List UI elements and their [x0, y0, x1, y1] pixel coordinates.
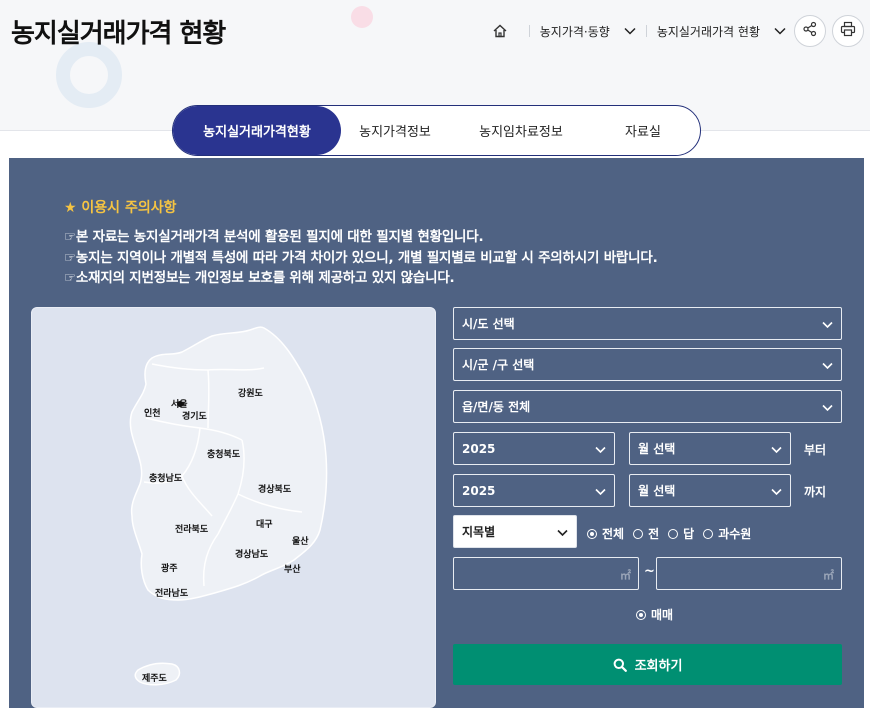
- sido-select[interactable]: 시/도 선택: [453, 307, 842, 340]
- from-year-select[interactable]: 2025: [453, 432, 615, 465]
- select-value: 2025: [462, 441, 496, 456]
- radio-all[interactable]: 전체: [587, 525, 624, 542]
- region-label-jeonbuk[interactable]: 전라북도: [175, 522, 208, 535]
- eupmyeondong-select[interactable]: 읍/면/동 전체: [453, 390, 842, 423]
- chevron-down-icon: [822, 318, 833, 332]
- tab-bar: 농지실거래가격현황 농지가격정보 농지임차료정보 자료실: [172, 105, 701, 156]
- radio-field[interactable]: 전: [633, 525, 659, 542]
- radio-label: 전체: [602, 527, 625, 541]
- radio-button: [636, 609, 646, 620]
- radio-paddy[interactable]: 답: [668, 525, 694, 542]
- search-panel: ★ 이용시 주의사항 ☞본 자료는 농지실거래가격 분석에 활용된 필지에 대한…: [9, 158, 864, 708]
- region-label-chungnam[interactable]: 충청남도: [149, 471, 182, 484]
- notice-line: ☞농지는 지역이나 개별적 특성에 따라 가격 차이가 있으니, 개별 필지별로…: [64, 249, 658, 266]
- region-label-gyeongbuk[interactable]: 경상북도: [258, 482, 291, 495]
- chevron-down-icon: [771, 485, 782, 499]
- decoration-dot: [351, 6, 373, 28]
- chevron-down-icon: [822, 401, 833, 415]
- radio-button: [587, 528, 597, 539]
- breadcrumb-separator: [528, 25, 530, 37]
- region-label-gyeonggi[interactable]: 경기도: [182, 409, 207, 422]
- radio-orchard[interactable]: 과수원: [703, 525, 751, 542]
- page-title: 농지실거래가격 현황: [11, 19, 226, 49]
- usage-notice: ★ 이용시 주의사항 ☞본 자료는 농지실거래가격 분석에 활용된 필지에 대한…: [64, 197, 658, 289]
- breadcrumb: 농지가격·동향 농지실거래가격 현황: [491, 20, 786, 42]
- breadcrumb-label: 농지가격·동향: [539, 24, 610, 39]
- to-year-select[interactable]: 2025: [453, 474, 615, 507]
- search-button[interactable]: 조회하기: [453, 644, 842, 685]
- region-label-busan[interactable]: 부산: [284, 562, 301, 575]
- area-unit: ㎡: [823, 569, 834, 582]
- breadcrumb-item-price-trend[interactable]: 농지가격·동향: [540, 23, 636, 40]
- radio-label: 전: [648, 527, 660, 541]
- breadcrumb-separator: [645, 25, 647, 37]
- radio-label: 과수원: [718, 527, 752, 541]
- radio-button: [633, 528, 644, 539]
- land-type-select[interactable]: 지목별: [453, 515, 577, 548]
- notice-line: ☞소재지의 지번정보는 개인정보 보호를 위해 제공하고 있지 않습니다.: [64, 270, 455, 286]
- tab-rent-info[interactable]: 농지임차료정보: [449, 106, 593, 155]
- deal-type-radio-group: 매매: [636, 606, 682, 623]
- radio-label: 답: [683, 527, 695, 541]
- decoration-ring: [56, 42, 122, 108]
- chevron-down-icon: [624, 27, 636, 35]
- korea-region-map[interactable]: 서울 인천 경기도 강원도 충청북도 충청남도 경상북도 대구 전라북도 울산 …: [31, 307, 436, 708]
- select-value: 월 선택: [638, 442, 676, 456]
- chevron-down-icon: [771, 443, 782, 457]
- region-label-gwangju[interactable]: 광주: [161, 561, 178, 574]
- radio-sale[interactable]: 매매: [636, 606, 673, 623]
- mainland-shape: [129, 326, 328, 601]
- area-max-input[interactable]: ㎡: [656, 557, 842, 590]
- to-label: 까지: [804, 485, 827, 499]
- chevron-down-icon: [822, 359, 833, 373]
- share-button[interactable]: [794, 15, 826, 47]
- search-icon: [613, 658, 627, 672]
- korea-map-shape: [129, 326, 328, 686]
- select-value: 2025: [462, 483, 496, 498]
- region-label-daegu[interactable]: 대구: [256, 517, 273, 530]
- region-label-jeonnam[interactable]: 전라남도: [155, 586, 188, 599]
- breadcrumb-label: 농지실거래가격 현황: [656, 24, 760, 39]
- region-label-incheon[interactable]: 인천: [144, 406, 161, 419]
- chevron-down-icon: [774, 27, 786, 35]
- radio-button: [668, 528, 679, 539]
- region-label-gangwon[interactable]: 강원도: [238, 386, 263, 399]
- home-icon[interactable]: [491, 22, 509, 40]
- breadcrumb-item-current[interactable]: 농지실거래가격 현황: [657, 23, 786, 40]
- select-value: 지목별: [462, 525, 496, 539]
- tab-real-transaction-price[interactable]: 농지실거래가격현황: [173, 106, 341, 155]
- radio-label: 매매: [651, 608, 674, 622]
- region-label-chungbuk[interactable]: 충청북도: [207, 447, 240, 460]
- search-button-label: 조회하기: [634, 659, 683, 674]
- select-value: 시/도 선택: [462, 317, 515, 331]
- sigungu-select[interactable]: 시/군 /구 선택: [453, 348, 842, 381]
- area-unit: ㎡: [620, 569, 631, 582]
- notice-line: ☞본 자료는 농지실거래가격 분석에 활용된 필지에 대한 필지별 현황입니다.: [64, 229, 484, 245]
- land-type-radio-group: 전체 전 답 과수원: [587, 525, 760, 542]
- region-label-gyeongnam[interactable]: 경상남도: [235, 547, 268, 560]
- chevron-down-icon: [595, 485, 606, 499]
- tab-archive[interactable]: 자료실: [593, 106, 693, 155]
- chevron-down-icon: [557, 526, 568, 540]
- from-label: 부터: [804, 443, 827, 457]
- to-month-select[interactable]: 월 선택: [629, 474, 791, 507]
- select-value: 시/군 /구 선택: [462, 358, 535, 372]
- region-label-jeju[interactable]: 제주도: [142, 671, 167, 684]
- print-button[interactable]: [832, 15, 864, 47]
- area-min-input[interactable]: ㎡: [453, 557, 639, 590]
- select-value: 읍/면/동 전체: [462, 400, 531, 414]
- area-range-separator: ~: [644, 564, 655, 579]
- from-month-select[interactable]: 월 선택: [629, 432, 791, 465]
- radio-button: [703, 528, 714, 539]
- print-icon: [840, 21, 856, 41]
- region-label-ulsan[interactable]: 울산: [292, 534, 309, 547]
- chevron-down-icon: [595, 443, 606, 457]
- select-value: 월 선택: [638, 484, 676, 498]
- notice-title: ★ 이용시 주의사항: [64, 200, 177, 216]
- share-icon: [802, 21, 818, 41]
- tab-land-price-info[interactable]: 농지가격정보: [341, 106, 449, 155]
